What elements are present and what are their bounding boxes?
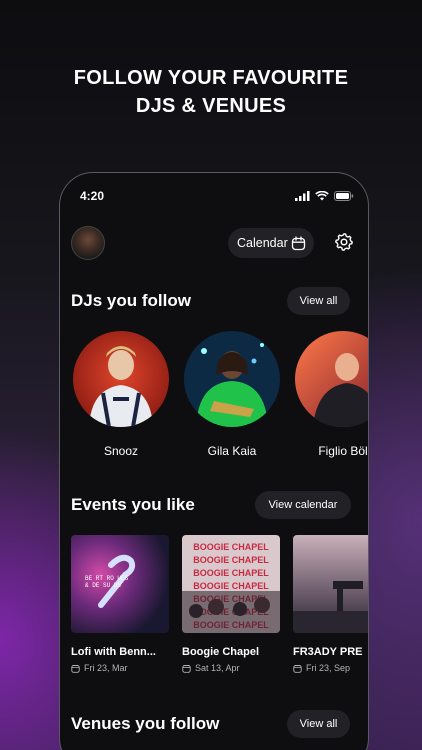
event-poster-text: BOOGIE CHAPEL <box>193 542 269 552</box>
venues-section-title: Venues you follow <box>71 714 220 733</box>
headline-line-2: DJS & VENUES <box>135 95 287 117</box>
app-header: Calendar <box>71 226 368 260</box>
event-card[interactable]: BOOGIE CHAPEL BOOGIE CHAPEL BOOGIE CHAPE… <box>182 535 280 673</box>
venues-section-header: Venues you follow View all <box>71 710 351 740</box>
dj-name: Snooz <box>103 444 139 458</box>
status-bar: 4:20 <box>80 187 354 205</box>
event-poster: BOOGIE CHAPEL BOOGIE CHAPEL BOOGIE CHAPE… <box>182 535 280 633</box>
headline-line-1: FOLLOW YOUR FAVOURITE <box>73 67 349 89</box>
calendar-button[interactable]: Calendar <box>228 228 314 258</box>
event-title: Boogie Chapel <box>182 646 260 658</box>
djs-view-all-button[interactable]: View all <box>287 287 350 315</box>
calendar-icon <box>291 235 306 250</box>
venues-view-all-button[interactable]: View all <box>287 710 350 738</box>
cellular-signal-icon <box>295 191 310 201</box>
venues-view-all-label: View all <box>299 718 338 730</box>
wifi-icon <box>315 191 329 201</box>
promo-headline: FOLLOW YOUR FAVOURITE DJS & VENUES <box>0 64 422 120</box>
dj-name: Figlio Böl <box>318 444 368 458</box>
djs-section-title: DJs you follow <box>71 291 191 310</box>
event-poster-text: BOOGIE CHAPEL <box>193 555 269 565</box>
event-poster <box>293 535 368 633</box>
event-card[interactable]: BE RT RO UES & DE SU US Lofi with Benn..… <box>71 535 169 673</box>
event-poster-text: BE RT RO UES & DE SU US <box>85 575 129 589</box>
battery-icon <box>334 191 354 201</box>
calendar-button-label: Calendar <box>237 236 288 250</box>
dj-card[interactable]: Gila Kaia <box>184 331 280 461</box>
event-poster: BE RT RO UES & DE SU US <box>71 535 169 633</box>
events-section-title: Events you like <box>71 495 195 514</box>
status-time: 4:20 <box>80 189 105 203</box>
dj-name: Gila Kaia <box>207 444 257 458</box>
view-calendar-label: View calendar <box>268 499 338 511</box>
calendar-icon <box>71 664 80 673</box>
user-avatar[interactable] <box>71 226 105 260</box>
event-date: Sat 13, Apr <box>195 663 240 673</box>
calendar-icon <box>182 664 191 673</box>
calendar-icon <box>293 664 302 673</box>
dj-card[interactable]: Snooz <box>73 331 169 461</box>
event-poster-text: BOOGIE CHAPEL <box>193 568 269 578</box>
dj-card[interactable]: Figlio Böl <box>295 331 368 461</box>
event-title: Lofi with Benn... <box>71 646 156 658</box>
view-calendar-button[interactable]: View calendar <box>255 491 351 519</box>
event-title: FR3ADY PRE <box>293 646 363 658</box>
dj-photo <box>73 331 169 427</box>
events-section-header: Events you like View calendar <box>71 491 351 521</box>
event-date: Fri 23, Sep <box>306 663 351 673</box>
djs-view-all-label: View all <box>299 295 338 307</box>
settings-gear-icon[interactable] <box>334 232 354 252</box>
dj-photo <box>184 331 280 427</box>
phone-mockup: 4:20 Calendar DJs you follow View all Sn… <box>59 172 369 750</box>
djs-section-header: DJs you follow View all <box>71 287 351 317</box>
event-card[interactable]: FR3ADY PRE Fri 23, Sep <box>293 535 368 673</box>
dj-photo <box>295 331 368 427</box>
event-date: Fri 23, Mar <box>84 663 128 673</box>
